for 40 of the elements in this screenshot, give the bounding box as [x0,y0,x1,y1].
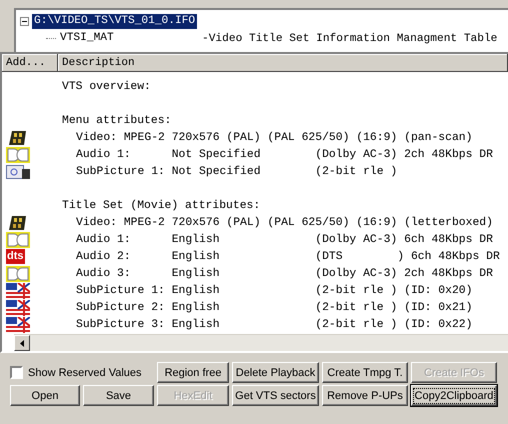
attribute-line: Audio 3: English (Dolby AC-3) 2ch 48Kbps DR [75,268,493,280]
dolby-icon [6,232,30,248]
dolby-icon [6,266,30,282]
attribute-line: Video: MPEG-2 720x576 (PAL) (PAL 625/50) (16:9) (pan-scan) [75,132,472,144]
flag-icon [6,282,30,298]
scroll-left-button[interactable] [14,335,30,351]
dolby-icon [6,146,30,162]
attribute-line: SubPicture 3: English (2-bit rle ) (ID: 0x22) [75,318,472,330]
flag-icon [6,300,30,316]
subtitle-card-icon [6,164,30,180]
action-button[interactable]: Open [10,385,80,406]
action-button[interactable]: Delete Playback [232,362,319,383]
tree-item-description: -Video Title Set Information Managment Table [202,32,498,44]
section-title: VTS overview: [62,80,151,92]
tree-item[interactable]: VTSI_MAT [58,31,116,46]
action-button[interactable]: Region free [157,362,229,383]
checkbox-label[interactable]: Show Reserved Values [28,366,142,378]
section-title: Title Set (Movie) attributes: [62,200,260,212]
column-header[interactable]: Description [58,54,508,72]
checkbox[interactable] [10,366,23,379]
action-button[interactable]: Remove P-UPs [322,385,408,406]
horizontal-scrollbar[interactable] [14,334,508,351]
tree-item[interactable]: G:\VIDEO_TS\VTS_01_0.IFO [32,14,198,29]
action-button[interactable]: Get VTS sectors [232,385,319,406]
section-title: Menu attributes: [62,114,172,126]
attribute-line: SubPicture 1: Not Specified (2-bit rle ) [75,166,398,178]
attribute-line: Video: MPEG-2 720x576 (PAL) (PAL 625/50) (16:9) (letterboxed) [75,216,493,228]
tree-collapse-icon[interactable] [20,17,29,26]
attribute-line: SubPicture 2: English (2-bit rle ) (ID: 0x21) [75,302,472,314]
action-button[interactable]: Create Tmpg T. [322,362,408,383]
attribute-line: SubPicture 1: English (2-bit rle ) (ID: 0x20) [75,284,472,296]
action-button[interactable]: Copy2Clipboard [411,385,497,406]
attribute-line: Audio 1: English (Dolby AC-3) 6ch 48Kbps DR [75,234,493,246]
action-button[interactable]: Save [83,385,154,406]
attribute-line: Audio 2: English (DTS ) 6ch 48Kbps DR [75,250,500,262]
left-arrow-icon [20,340,24,346]
flag-icon [6,316,30,332]
column-header[interactable]: Add... [2,54,58,72]
dts-logo: dts [6,249,24,264]
attribute-line: Audio 1: Not Specified (Dolby AC-3) 2ch 48Kbps DR [75,148,493,160]
